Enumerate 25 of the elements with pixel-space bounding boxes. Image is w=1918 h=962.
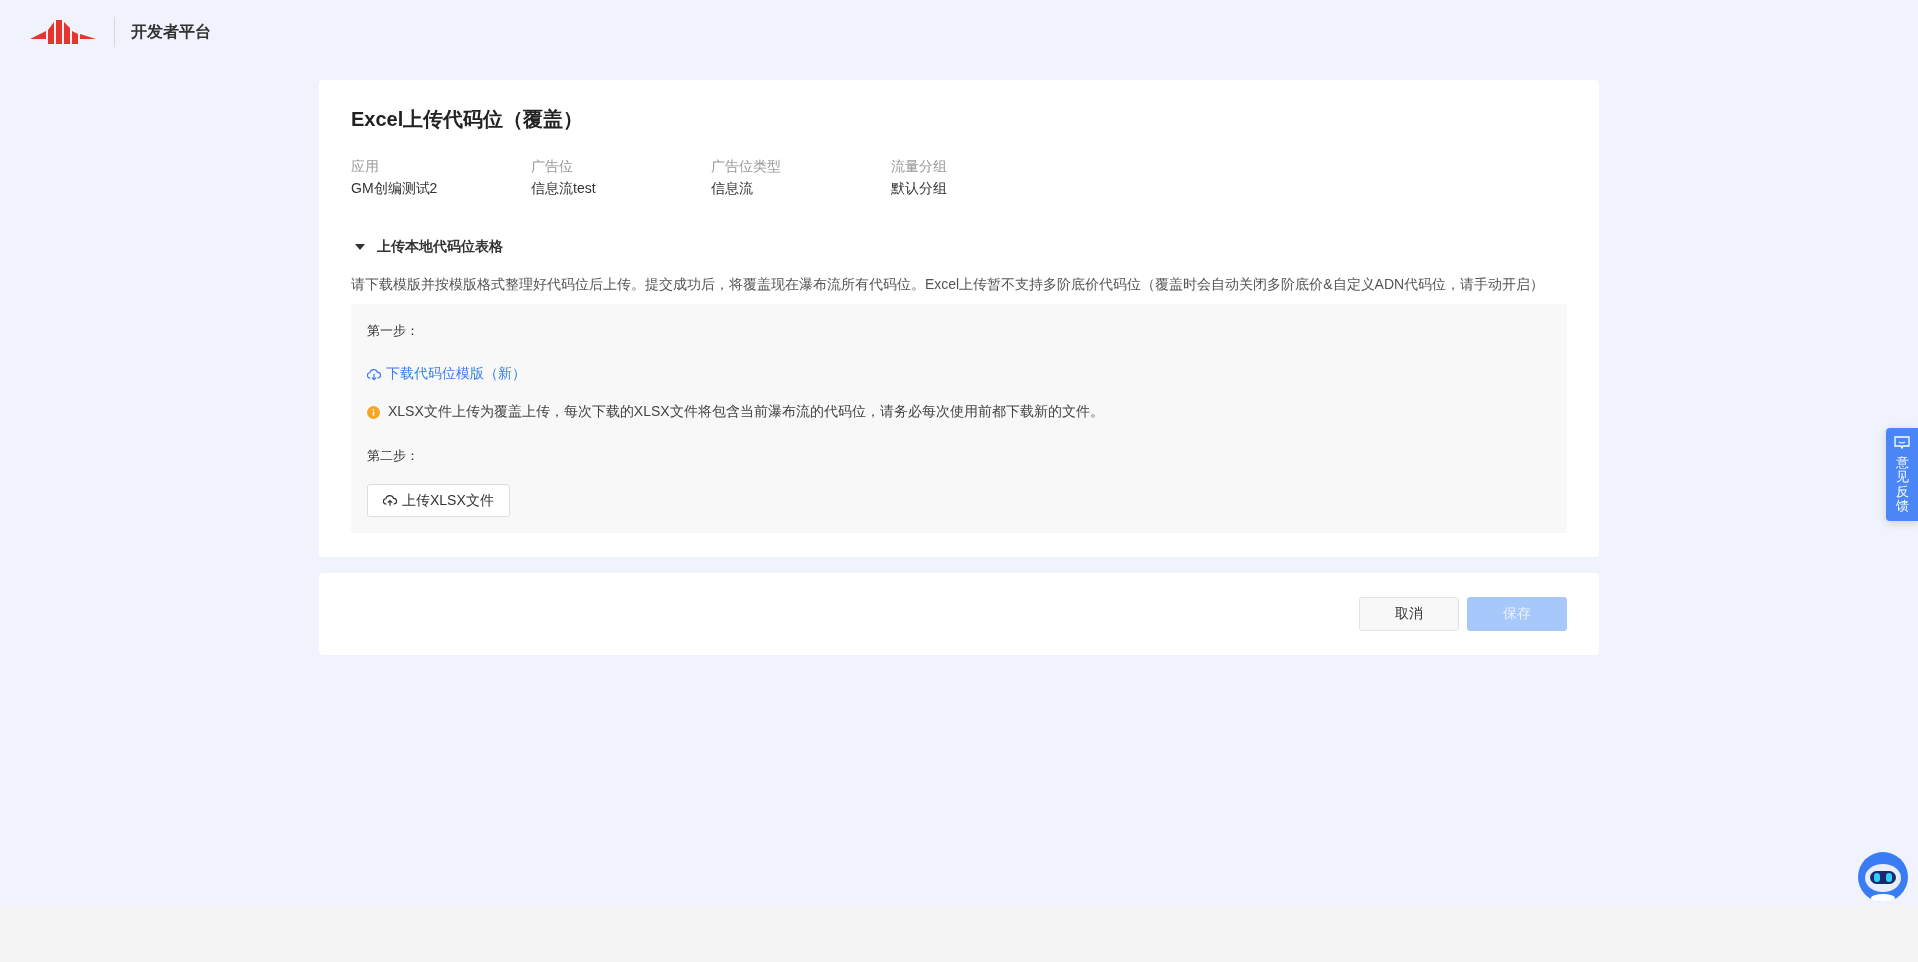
logo-icon[interactable]: [30, 20, 96, 44]
info-value: 默认分组: [891, 180, 948, 198]
cancel-button[interactable]: 取消: [1359, 597, 1459, 631]
warning-text: XLSX文件上传为覆盖上传，每次下载的XLSX文件将包含当前瀑布流的代码位，请务必每次使用前都下载新的文件。: [388, 403, 1104, 421]
robot-assistant-icon[interactable]: [1858, 852, 1908, 902]
info-value: 信息流: [711, 180, 754, 198]
download-template-link[interactable]: 下载代码位模版（新）: [367, 365, 526, 383]
section-description: 请下载模版并按模版格式整理好代码位后上传。提交成功后，将覆盖现在瀑布流所有代码位。Excel上传暂不支持多阶底价代码位（覆盖时会自动关闭多阶底价&自定义ADN代码位，请手动开启）: [351, 276, 1546, 294]
caret-icon: [355, 244, 365, 250]
step-label: 第二步：: [367, 447, 419, 465]
section-toggle[interactable]: 上传本地代码位表格: [351, 238, 503, 256]
cloud-download-icon: [367, 367, 381, 381]
info-label: 广告位: [531, 158, 574, 176]
info-label: 应用: [351, 158, 380, 176]
page-title: Excel上传代码位（覆盖）: [351, 107, 585, 132]
info-value: 信息流test: [531, 180, 597, 198]
info-icon: [367, 405, 380, 419]
info-label: 流量分组: [891, 158, 948, 176]
step-label: 第一步：: [367, 322, 419, 340]
info-value: GM创编测试2: [351, 180, 439, 198]
platform-name: 开发者平台: [131, 21, 211, 42]
cloud-upload-icon: [383, 494, 397, 507]
upload-button[interactable]: 上传XLSX文件: [367, 484, 510, 517]
info-label: 广告位类型: [711, 158, 782, 176]
chat-icon: [1894, 436, 1910, 450]
